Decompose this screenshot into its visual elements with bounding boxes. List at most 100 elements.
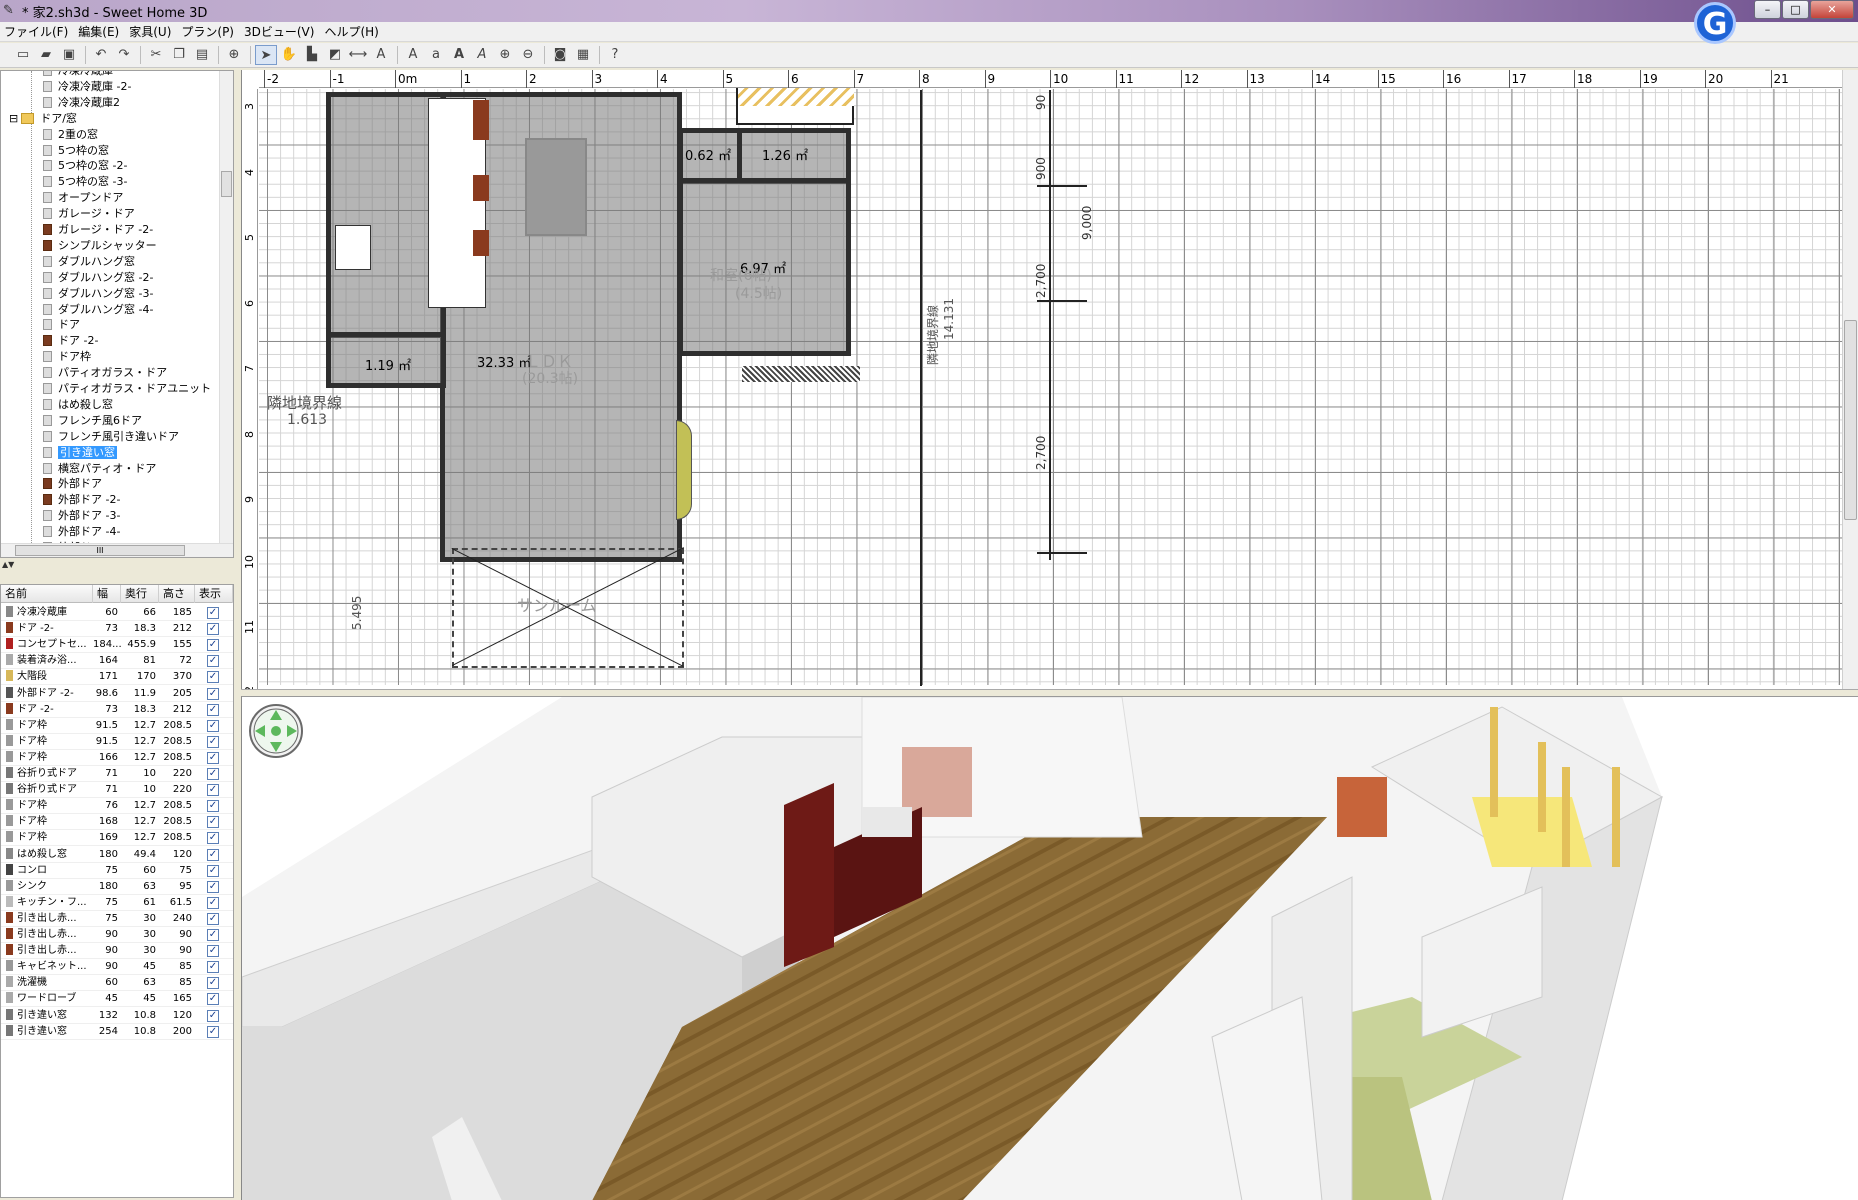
table-row[interactable]: 外部ドア -2- 98.6 11.9 205 ✓: [1, 686, 233, 702]
tree-item[interactable]: ガレージ・ドア -2-: [43, 222, 153, 238]
navigation-arrows-icon[interactable]: [249, 704, 303, 758]
visible-checkbox[interactable]: ✓: [207, 848, 219, 861]
tree-item[interactable]: 外部ドア -3-: [43, 508, 120, 524]
visible-checkbox[interactable]: ✓: [207, 1009, 219, 1022]
tree-item[interactable]: ダブルハング窓 -2-: [43, 270, 153, 286]
3d-view[interactable]: [241, 696, 1858, 1200]
visible-checkbox[interactable]: ✓: [207, 719, 219, 732]
tree-item[interactable]: パティオガラス・ドアユニット: [43, 381, 211, 397]
tree-item[interactable]: 5つ枠の窓: [43, 143, 109, 159]
menu-furniture[interactable]: 家具(U): [129, 23, 171, 40]
col-name-header[interactable]: 名前: [1, 585, 93, 603]
visible-checkbox[interactable]: ✓: [207, 993, 219, 1006]
table-row[interactable]: 引き出し赤... 75 30 240 ✓: [1, 911, 233, 927]
tree-item[interactable]: 引き違い窓: [43, 445, 117, 461]
create-photo-icon[interactable]: ◙: [549, 45, 571, 65]
undo-icon[interactable]: ↶: [90, 45, 112, 65]
tree-item[interactable]: シンプルシャッター: [43, 238, 157, 254]
save-icon[interactable]: ▣: [58, 45, 80, 65]
tree-item[interactable]: 5つ枠の窓 -2-: [43, 158, 127, 174]
cut-icon[interactable]: ✂: [145, 45, 167, 65]
add-text-icon[interactable]: A: [370, 45, 392, 65]
left-splitter[interactable]: ▲▼: [0, 558, 236, 584]
table-row[interactable]: 装着済み浴... 164 81 72 ✓: [1, 653, 233, 670]
table-row[interactable]: 冷凍冷蔵庫 60 66 185 ✓: [1, 605, 233, 621]
visible-checkbox[interactable]: ✓: [207, 912, 219, 925]
tree-item[interactable]: 2重の窓: [43, 127, 98, 143]
close-button[interactable]: ✕: [1810, 0, 1854, 19]
table-row[interactable]: コンセプトセ... 184... 455.9 155 ✓: [1, 637, 233, 654]
create-walls-icon[interactable]: ▙: [301, 45, 323, 65]
table-row[interactable]: ドア枠 166 12.7 208.5 ✓: [1, 750, 233, 766]
plan-vertical-scrollbar[interactable]: [1842, 70, 1858, 689]
table-row[interactable]: 谷折り式ドア 71 10 220 ✓: [1, 766, 233, 782]
tree-item[interactable]: 冷凍冷蔵庫 -2-: [43, 79, 131, 95]
table-row[interactable]: 引き違い窓 254 10.8 200 ✓: [1, 1024, 233, 1040]
visible-checkbox[interactable]: ✓: [207, 639, 219, 652]
menu-plan[interactable]: プラン(P): [181, 23, 234, 40]
col-width-header[interactable]: 幅: [93, 585, 121, 603]
copy-icon[interactable]: ❐: [168, 45, 190, 65]
minimize-button[interactable]: –: [1754, 0, 1781, 19]
visible-checkbox[interactable]: ✓: [207, 945, 219, 958]
table-row[interactable]: 洗濯機 60 63 85 ✓: [1, 975, 233, 992]
visible-checkbox[interactable]: ✓: [207, 784, 219, 797]
visible-checkbox[interactable]: ✓: [207, 832, 219, 845]
col-height-header[interactable]: 高さ: [159, 585, 195, 603]
tree-item[interactable]: フレンチ風引き違いドア: [43, 429, 179, 445]
menu-file[interactable]: ファイル(F): [4, 23, 68, 40]
view-splitter[interactable]: [241, 689, 1858, 696]
table-row[interactable]: 引き出し赤... 90 30 90 ✓: [1, 927, 233, 943]
paste-icon[interactable]: ▤: [191, 45, 213, 65]
zoom-in-icon[interactable]: ⊕: [494, 45, 516, 65]
menu-edit[interactable]: 編集(E): [78, 23, 119, 40]
visible-checkbox[interactable]: ✓: [207, 1025, 219, 1038]
tree-item[interactable]: はめ殺し窓: [43, 397, 113, 413]
table-row[interactable]: ドア枠 169 12.7 208.5 ✓: [1, 830, 233, 847]
tree-item[interactable]: 外部ドア -4-: [43, 524, 120, 540]
bold-icon[interactable]: A: [448, 45, 470, 65]
tree-item[interactable]: 横窓パティオ・ドア: [43, 461, 156, 477]
tree-item[interactable]: ⊟ ドア/窓: [9, 111, 77, 127]
table-row[interactable]: シンク 180 63 95 ✓: [1, 879, 233, 895]
visible-checkbox[interactable]: ✓: [207, 623, 219, 636]
table-row[interactable]: はめ殺し窓 180 49.4 120 ✓: [1, 847, 233, 863]
tree-item[interactable]: 冷凍冷蔵庫: [43, 71, 113, 79]
tree-item[interactable]: ドア -2-: [43, 333, 98, 349]
create-dimensions-icon[interactable]: ⟷: [347, 45, 369, 65]
redo-icon[interactable]: ↷: [113, 45, 135, 65]
tree-item[interactable]: パティオガラス・ドア: [43, 365, 167, 381]
tree-item[interactable]: ドア枠: [43, 349, 91, 365]
visible-checkbox[interactable]: ✓: [207, 880, 219, 893]
table-row[interactable]: キッチン・フ... 75 61 61.5 ✓: [1, 895, 233, 911]
scroll-thumb[interactable]: [1844, 320, 1857, 520]
increase-text-icon[interactable]: A: [402, 45, 424, 65]
table-row[interactable]: ドア -2- 73 18.3 212 ✓: [1, 702, 233, 718]
create-rooms-icon[interactable]: ◩: [324, 45, 346, 65]
g-badge-icon[interactable]: G: [1694, 2, 1736, 44]
scroll-thumb[interactable]: [221, 171, 232, 197]
menu-help[interactable]: ヘルプ(H): [324, 23, 378, 40]
col-depth-header[interactable]: 奥行: [121, 585, 159, 603]
pan-icon[interactable]: ✋: [278, 45, 300, 65]
tree-item[interactable]: ガレージ・ドア: [43, 206, 135, 222]
visible-checkbox[interactable]: ✓: [207, 961, 219, 974]
visible-checkbox[interactable]: ✓: [207, 687, 219, 700]
new-icon[interactable]: ▭: [12, 45, 34, 65]
table-row[interactable]: コンロ 75 60 75 ✓: [1, 863, 233, 879]
table-row[interactable]: 引き違い窓 132 10.8 120 ✓: [1, 1008, 233, 1024]
table-row[interactable]: 大階段 171 170 370 ✓: [1, 669, 233, 686]
menu-3dview[interactable]: 3Dビュー(V): [244, 23, 314, 40]
tree-item[interactable]: オープンドア: [43, 190, 123, 206]
create-video-icon[interactable]: ▦: [572, 45, 594, 65]
italic-icon[interactable]: A: [471, 45, 493, 65]
maximize-button[interactable]: □: [1782, 0, 1809, 19]
table-row[interactable]: ドア -2- 73 18.3 212 ✓: [1, 621, 233, 638]
zoom-out-icon[interactable]: ⊖: [517, 45, 539, 65]
tree-item[interactable]: ダブルハング窓 -3-: [43, 286, 153, 302]
visible-checkbox[interactable]: ✓: [207, 768, 219, 780]
visible-checkbox[interactable]: ✓: [207, 671, 219, 684]
tree-item[interactable]: 外部ドア: [43, 476, 102, 492]
expand-icon[interactable]: ⊟: [9, 112, 18, 125]
visible-checkbox[interactable]: ✓: [207, 703, 219, 716]
